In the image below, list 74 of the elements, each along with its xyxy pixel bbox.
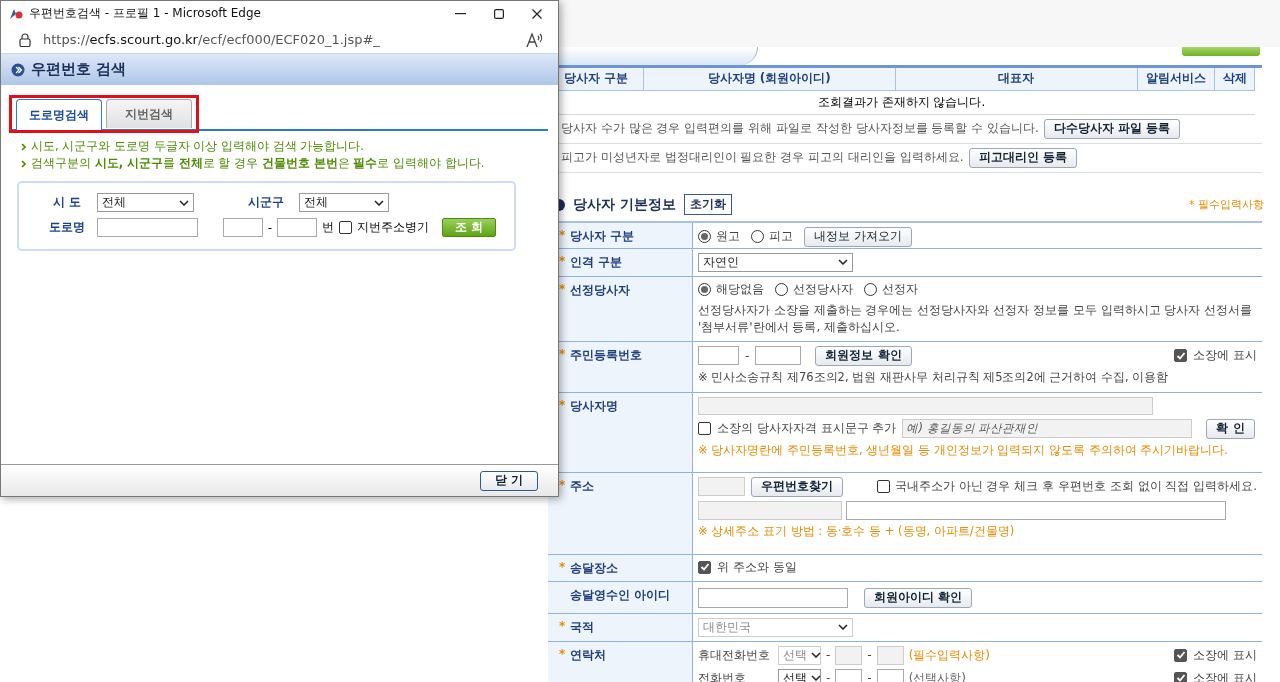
note-text: ※ 상세주소 표기 방법 : 동·호수 등 + (동명, 아파트/건물명) bbox=[698, 523, 1016, 539]
info-text: 당사자 수가 많은 경우 입력편의를 위해 파일로 작성한 당사자정보를 등록할 수 있습니다. bbox=[561, 120, 1039, 137]
address-field[interactable]: https://ecfs.scourt.go.kr/ecf/ecf000/ECF020_1.jsp#_ bbox=[43, 32, 514, 47]
window-title: 우편번호검색 - 프로필 1 - Microsoft Edge bbox=[29, 5, 262, 22]
required-marker: * bbox=[559, 253, 567, 270]
field-label: 송달영수인 아이디 bbox=[570, 586, 671, 604]
required-note: * 필수입력사항 bbox=[1189, 197, 1264, 212]
field-label: 시군구 bbox=[247, 194, 285, 211]
column-header: 당사자명 (회원아이디) bbox=[643, 68, 896, 90]
field-label: 시 도 bbox=[51, 194, 83, 211]
required-marker: * bbox=[559, 559, 567, 576]
field-label: 선정당사자 bbox=[570, 281, 630, 299]
dash-text: - bbox=[867, 648, 872, 662]
radio-label: 선정자 bbox=[882, 280, 918, 298]
dash-text: - bbox=[826, 648, 831, 662]
column-header: 삭제 bbox=[1214, 68, 1255, 90]
dialog-heading: 우편번호 검색 bbox=[31, 60, 127, 79]
warning-text: ※ 당사자명란에 주민등록번호, 생년월일 등 개인정보가 입력되지 않도록 주의하여 주시기바랍니다. bbox=[698, 442, 1229, 458]
radio-label: 원고 bbox=[716, 228, 740, 245]
info-text: 피고가 미성년자로 법정대리인이 필요한 경우 피고의 대리인을 입력하세요. bbox=[561, 149, 964, 166]
required-marker: * bbox=[559, 227, 567, 244]
confirm-button[interactable]: 확 인 bbox=[1206, 418, 1255, 439]
field-label: 주민등록번호 bbox=[570, 346, 642, 364]
required-marker: * bbox=[559, 397, 567, 414]
reset-button[interactable]: 초기화 bbox=[683, 194, 732, 215]
province-dropdown[interactable]: 전체 bbox=[97, 193, 194, 212]
hint-text: (필수입력사항) bbox=[908, 646, 991, 664]
help-text: 선정당사자가 소장을 제출하는 경우에는 선정당사자와 선정자 정보를 모두 입력하시고 당사자 선정서를 '첨부서류'란에서 등록, 제출하십시오. bbox=[698, 301, 1254, 336]
dash-text: - bbox=[745, 348, 750, 363]
field-label: 도로명 bbox=[48, 219, 86, 236]
postal-search-button[interactable]: 우편번호찾기 bbox=[751, 476, 843, 497]
checkbox-label: 소장에 표시 bbox=[1193, 347, 1257, 364]
required-marker: * bbox=[559, 281, 567, 298]
radio-label: 선정당사자 bbox=[793, 280, 853, 298]
checkbox-label: 소장의 당사자자격 표시문구 추가 bbox=[717, 420, 897, 437]
phone-label: 휴대전화번호 bbox=[698, 646, 771, 664]
unit-label: 번 bbox=[321, 219, 334, 236]
field-label: 당사자명 bbox=[570, 397, 618, 415]
checkbox-label: 소장에 표시 bbox=[1193, 646, 1257, 664]
section-title: 당사자 기본정보 bbox=[573, 195, 676, 214]
field-label: 국적 bbox=[570, 618, 594, 636]
column-header: 대표자 bbox=[895, 68, 1138, 90]
checkbox-label: 국내주소가 아닌 경우 체크 후 우편번호 조회 없이 직접 입력하세요. bbox=[894, 478, 1257, 495]
person-type-dropdown[interactable]: 자연인 bbox=[698, 252, 853, 272]
qualification-field[interactable]: 예) 홍길동의 파산관재인 bbox=[902, 419, 1193, 438]
checkbox-label: 지번주소병기 bbox=[356, 219, 429, 236]
field-label: 연락처 bbox=[570, 646, 606, 664]
action-button[interactable]: 피고대리인 등록 bbox=[968, 147, 1077, 168]
required-marker: * bbox=[559, 346, 567, 363]
field-label: 송달장소 bbox=[570, 559, 618, 577]
radio-label: 피고 bbox=[769, 228, 793, 245]
tab[interactable]: 도로명검색 bbox=[16, 99, 102, 130]
dash-text: - bbox=[867, 671, 872, 682]
district-dropdown[interactable]: 전체 bbox=[299, 193, 389, 212]
hint-text: 시도, 시군구와 도로명 두글자 이상 입력해야 검색 가능합니다. bbox=[31, 139, 364, 154]
field-label: 인격 구분 bbox=[570, 253, 623, 271]
action-button[interactable]: 회원정보 확인 bbox=[815, 345, 912, 366]
action-button[interactable]: 다수당사자 파일 등록 bbox=[1043, 118, 1181, 139]
required-marker: * bbox=[559, 477, 567, 494]
action-button[interactable]: 회원아이디 확인 bbox=[864, 587, 973, 608]
note-text: ※ 민사소송규칙 제76조의2, 법원 재판사무 처리규칙 제5조의2에 근거하여 수집, 이용함 bbox=[698, 369, 1170, 385]
field-label: 당사자 구분 bbox=[570, 227, 635, 245]
field-label: 주소 bbox=[570, 477, 594, 495]
tab[interactable]: 지번검색 bbox=[106, 99, 192, 128]
dash-text: - bbox=[267, 220, 273, 235]
close-button[interactable]: 닫 기 bbox=[479, 470, 538, 491]
required-marker: * bbox=[559, 618, 567, 635]
column-header: 알림서비스 bbox=[1137, 68, 1215, 90]
radio-label: 해당없음 bbox=[716, 280, 764, 298]
action-button[interactable]: 내정보 가져오기 bbox=[804, 226, 912, 247]
dash-text: - bbox=[826, 671, 831, 682]
required-marker: * bbox=[559, 646, 567, 663]
checkbox-label: 위 주소와 동일 bbox=[717, 558, 797, 576]
hint-text: 검색구분의 시도, 시군구를 전체로 할 경우 건물번호 본번은 필수로 입력해야 합니다. bbox=[31, 156, 485, 171]
